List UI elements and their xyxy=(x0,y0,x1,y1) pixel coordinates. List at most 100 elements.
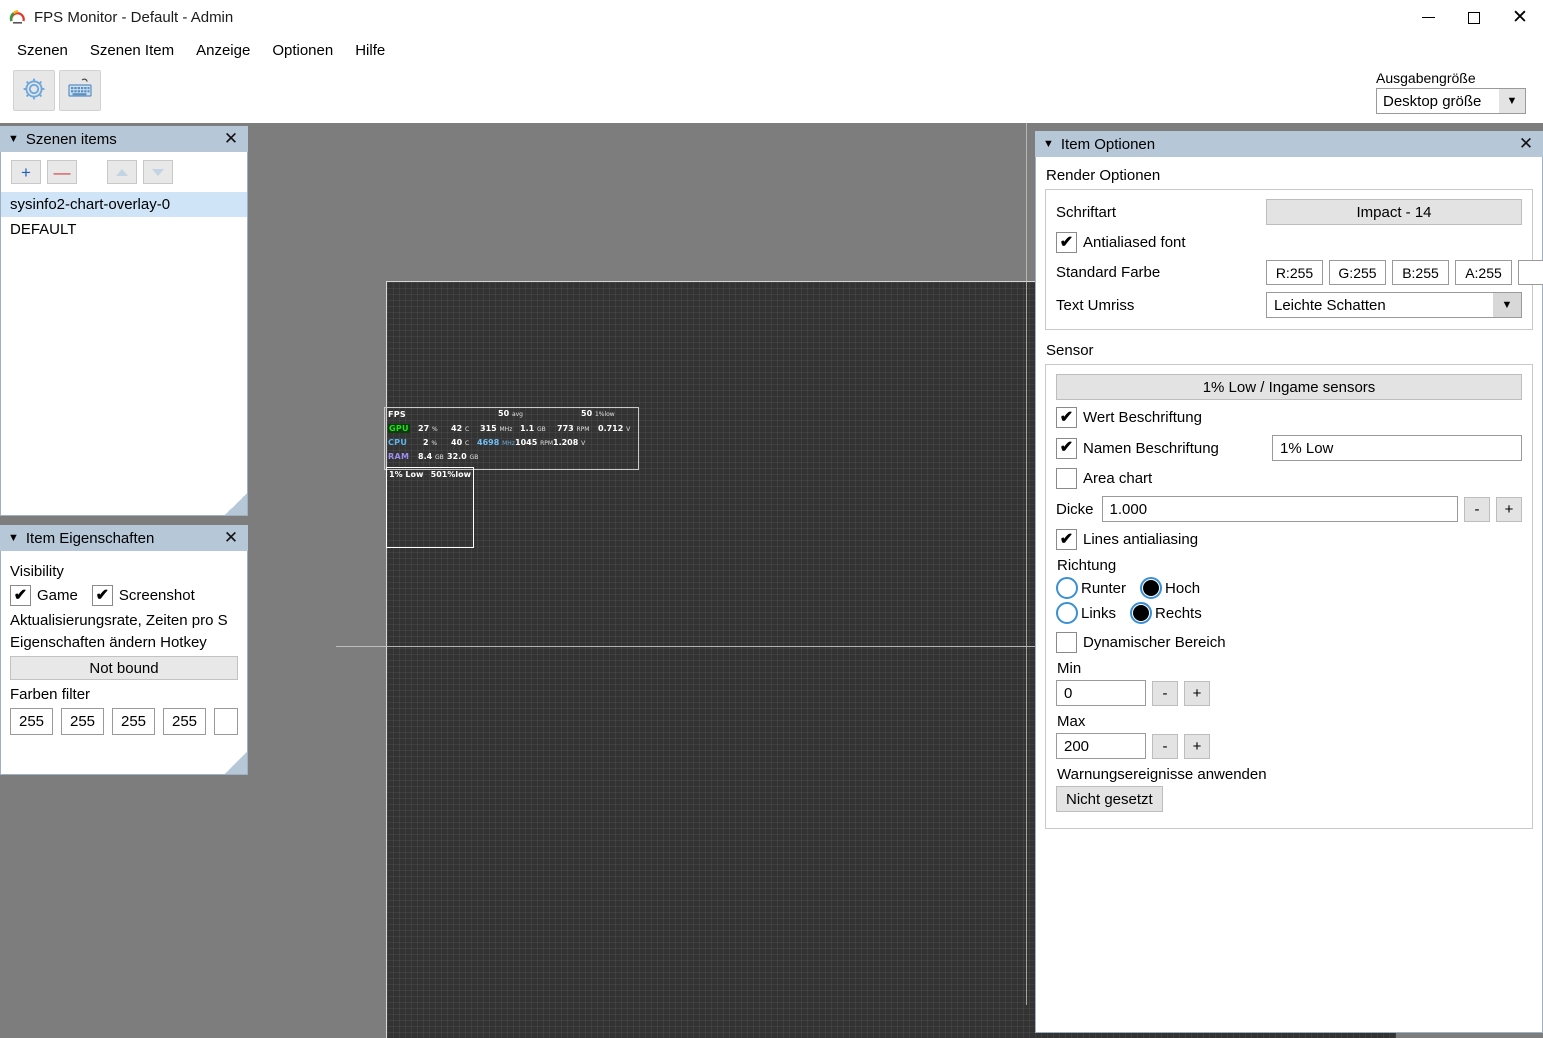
overlay-gpu-temp: 42 xyxy=(451,424,463,433)
overlay-cpu-temp-unit: C xyxy=(464,440,470,447)
color-a-field[interactable]: A:255 xyxy=(1455,260,1512,285)
name-caption-row: ✔ Namen Beschriftung 1% Low xyxy=(1056,435,1522,461)
max-decrement-button[interactable]: - xyxy=(1152,733,1178,759)
add-scene-item-button[interactable]: + xyxy=(11,160,41,184)
sensor-group: 1% Low / Ingame sensors ✔ Wert Beschrift… xyxy=(1045,364,1533,829)
lines-antialiasing-label: Lines antialiasing xyxy=(1083,531,1199,548)
scene-items-panel-body: + — sysinfo2-chart-overlay-0 DEFAULT xyxy=(0,152,248,516)
move-up-button[interactable] xyxy=(107,160,137,184)
hotkeys-button[interactable] xyxy=(59,70,101,111)
direction-left-radio[interactable] xyxy=(1056,602,1078,624)
direction-down-label: Runter xyxy=(1081,579,1127,597)
warning-events-button[interactable]: Nicht gesetzt xyxy=(1056,786,1163,812)
color-filter-r-field[interactable]: 255 xyxy=(10,708,53,735)
color-r-field[interactable]: R:255 xyxy=(1266,260,1323,285)
chevron-down-icon[interactable]: ▼ xyxy=(1493,293,1521,317)
thickness-increment-button[interactable]: + xyxy=(1496,496,1522,522)
overlay-gpu-mem-unit: GB xyxy=(536,426,546,433)
max-increment-button[interactable]: + xyxy=(1184,733,1210,759)
item-properties-panel-body: Visibility ✔ Game ✔ Screenshot Aktualisi… xyxy=(0,551,248,775)
list-item[interactable]: sysinfo2-chart-overlay-0 xyxy=(1,192,247,217)
chevron-down-icon[interactable]: ▼ xyxy=(1499,89,1525,113)
area-chart-checkbox[interactable]: ✔ xyxy=(1056,468,1077,489)
warning-events-label: Warnungsereignisse anwenden xyxy=(1057,766,1267,783)
overlay-chart-item[interactable]: 1% Low 501%low xyxy=(386,467,474,548)
scene-panel-resize-grip[interactable] xyxy=(225,493,247,515)
color-b-field[interactable]: B:255 xyxy=(1392,260,1449,285)
direction-up-label: Hoch xyxy=(1165,579,1201,597)
color-filter-b-field[interactable]: 255 xyxy=(112,708,155,735)
item-properties-close-icon[interactable]: ✕ xyxy=(220,525,242,551)
properties-panel-resize-grip[interactable] xyxy=(225,752,247,774)
menu-item-szenen-item[interactable]: Szenen Item xyxy=(79,39,185,62)
antialiased-font-label: Antialiased font xyxy=(1083,234,1186,251)
item-properties-panel-title[interactable]: ▼ Item Eigenschaften ✕ xyxy=(0,525,248,551)
lines-antialiasing-checkbox[interactable]: ✔ xyxy=(1056,529,1077,550)
move-down-button[interactable] xyxy=(143,160,173,184)
scene-items-toolbar: + — xyxy=(1,152,247,184)
overlay-gpu-load-unit: % xyxy=(431,426,438,433)
thickness-decrement-button[interactable]: - xyxy=(1464,496,1490,522)
item-options-title-text: Item Optionen xyxy=(1060,135,1156,153)
menu-item-hilfe[interactable]: Hilfe xyxy=(344,39,396,62)
collapse-caret-icon[interactable]: ▼ xyxy=(8,532,19,544)
direction-down-radio[interactable] xyxy=(1056,577,1078,599)
menu-item-szenen[interactable]: Szenen xyxy=(6,39,79,62)
value-caption-checkbox[interactable]: ✔ xyxy=(1056,407,1077,428)
item-options-panel-title[interactable]: ▼ Item Optionen ✕ xyxy=(1035,131,1543,157)
min-decrement-button[interactable]: - xyxy=(1152,680,1178,706)
color-swatch[interactable] xyxy=(1518,260,1543,285)
item-properties-panel: ▼ Item Eigenschaften ✕ Visibility ✔ Game… xyxy=(0,525,248,775)
item-options-close-icon[interactable]: ✕ xyxy=(1515,131,1537,157)
color-filter-g-field[interactable]: 255 xyxy=(61,708,104,735)
color-filter-swatch[interactable] xyxy=(214,708,238,735)
overlay-cpu-temp: 40 xyxy=(451,438,463,447)
antialiased-font-checkbox[interactable]: ✔ xyxy=(1056,232,1077,253)
remove-scene-item-button[interactable]: — xyxy=(47,160,77,184)
output-size-select[interactable]: Desktop größe ▼ xyxy=(1376,88,1526,114)
color-filter-a-field[interactable]: 255 xyxy=(163,708,206,735)
overlay-ram-used-unit: GB xyxy=(434,454,444,461)
collapse-caret-icon[interactable]: ▼ xyxy=(8,133,19,145)
color-g-field[interactable]: G:255 xyxy=(1329,260,1386,285)
collapse-caret-icon[interactable]: ▼ xyxy=(1043,138,1054,150)
font-label: Schriftart xyxy=(1056,203,1117,221)
triangle-up-icon xyxy=(116,168,128,176)
list-item[interactable]: DEFAULT xyxy=(1,217,247,242)
min-increment-button[interactable]: + xyxy=(1184,680,1210,706)
font-button[interactable]: Impact - 14 xyxy=(1266,199,1522,225)
menu-item-anzeige[interactable]: Anzeige xyxy=(185,39,261,62)
overlay-stats-block[interactable]: FPS 50 avg 50 1%low GPU 27 % 42 C 315 MH… xyxy=(384,407,639,470)
close-button[interactable]: ✕ xyxy=(1497,0,1543,35)
overlay-gpu-power-unit: V xyxy=(626,426,631,433)
text-outline-select[interactable]: Leichte Schatten ▼ xyxy=(1266,292,1522,318)
name-caption-input[interactable]: 1% Low xyxy=(1272,435,1522,461)
maximize-button[interactable] xyxy=(1451,0,1497,35)
overlay-cpu-clock: 4698 xyxy=(477,438,500,447)
settings-button[interactable] xyxy=(13,70,55,111)
default-color-label: Standard Farbe xyxy=(1056,264,1161,281)
overlay-cpu-volt: 1.208 xyxy=(553,438,579,447)
item-options-panel-body: Render Optionen Schriftart Impact - 14 ✔… xyxy=(1035,157,1543,1033)
scene-items-close-icon[interactable]: ✕ xyxy=(220,126,242,152)
direction-up-radio[interactable] xyxy=(1140,577,1163,599)
scene-items-panel-title[interactable]: ▼ Szenen items ✕ xyxy=(0,126,248,152)
screenshot-checkbox[interactable]: ✔ xyxy=(91,585,113,606)
hotkey-button[interactable]: Not bound xyxy=(10,656,238,680)
direction-left-label: Links xyxy=(1081,604,1117,622)
game-checkbox[interactable]: ✔ xyxy=(10,585,31,606)
menu-item-optionen[interactable]: Optionen xyxy=(261,39,344,62)
toolbar: Ausgabengröße Desktop größe ▼ xyxy=(0,65,1543,123)
sensor-select-button[interactable]: 1% Low / Ingame sensors xyxy=(1056,374,1522,400)
dynamic-range-checkbox[interactable]: ✔ xyxy=(1056,632,1077,653)
min-input[interactable]: 0 xyxy=(1056,680,1146,706)
minimize-button[interactable] xyxy=(1405,0,1451,35)
text-outline-row: Text Umriss Leichte Schatten ▼ xyxy=(1056,292,1522,318)
direction-right-radio[interactable] xyxy=(1130,602,1153,624)
max-row: 200 - + xyxy=(1056,733,1522,759)
max-input[interactable]: 200 xyxy=(1056,733,1146,759)
visibility-label: Visibility xyxy=(10,563,64,580)
thickness-input[interactable]: 1.000 xyxy=(1101,496,1458,522)
name-caption-checkbox[interactable]: ✔ xyxy=(1056,437,1077,459)
render-options-group: Schriftart Impact - 14 ✔ Antialiased fon… xyxy=(1045,189,1543,330)
